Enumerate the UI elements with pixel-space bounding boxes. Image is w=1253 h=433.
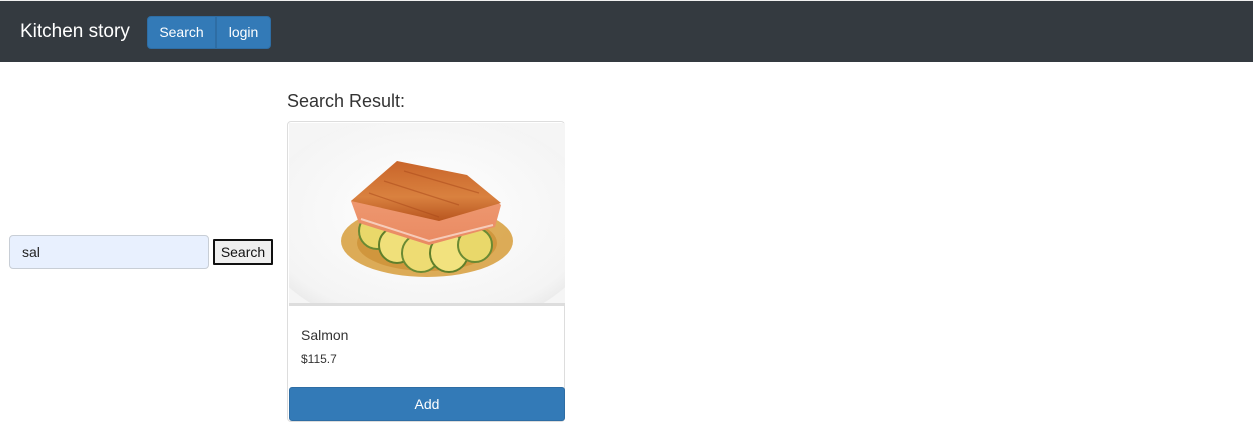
search-result-heading: Search Result: [287,91,406,111]
brand-title[interactable]: Kitchen story [20,20,130,44]
search-submit-button[interactable]: Search [213,239,273,265]
product-image [289,123,565,306]
product-card: Salmon $115.7 Add [287,121,565,422]
navbar: Kitchen story Search login [0,0,1253,62]
product-name: Salmon [301,327,349,343]
add-to-cart-button[interactable]: Add [289,387,565,421]
nav-search-button[interactable]: Search [147,16,216,49]
product-price: $115.7 [301,352,337,366]
search-input[interactable] [9,235,209,269]
nav-login-button[interactable]: login [216,16,271,49]
salmon-dish-illustration [289,123,565,306]
